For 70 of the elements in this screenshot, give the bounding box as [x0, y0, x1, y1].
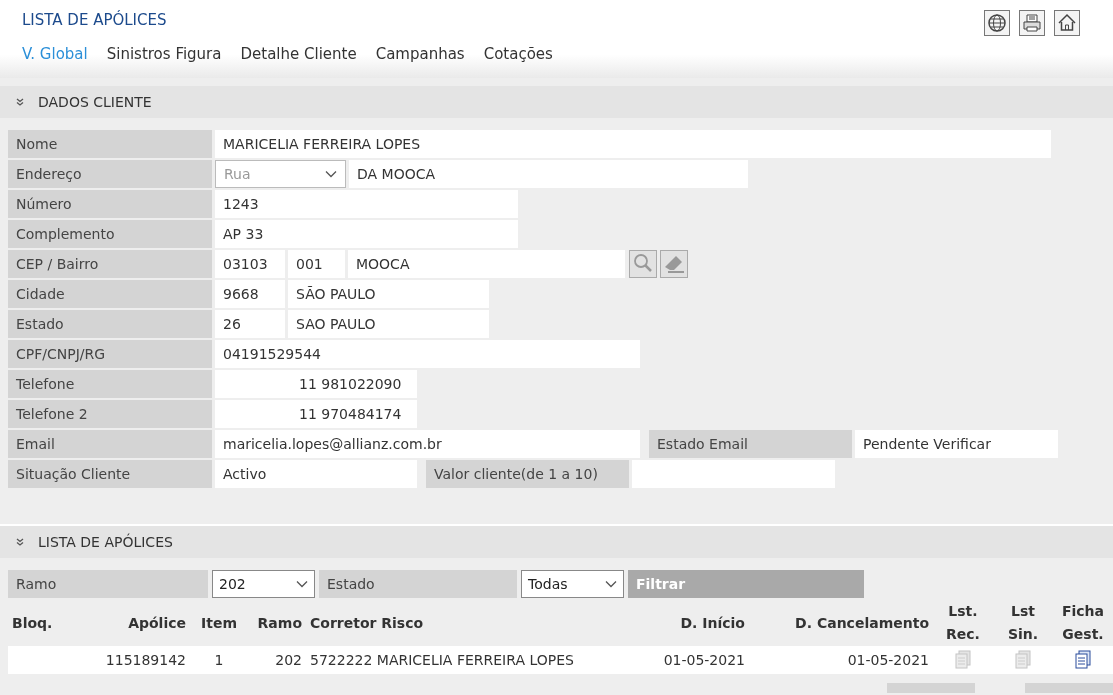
dropdown[interactable]: 202: [212, 570, 315, 598]
input-field[interactable]: DA MOOCA: [349, 160, 748, 188]
input-field[interactable]: 1243: [215, 190, 518, 218]
field-label: Valor cliente(de 1 a 10): [426, 460, 629, 488]
field-label: Complemento: [8, 220, 212, 248]
table-cell: 5722222 MARICELIA FERREIRA LOPES: [310, 652, 574, 668]
caret-icon: [296, 580, 308, 588]
nav-tab[interactable]: V. Global: [22, 45, 88, 63]
printer-icon[interactable]: [1019, 10, 1045, 36]
globe-icon[interactable]: [984, 10, 1010, 36]
field-label: Telefone 2: [8, 400, 212, 428]
input-field[interactable]: SAO PAULO: [288, 310, 489, 338]
input-field[interactable]: Activo: [215, 460, 417, 488]
input-field[interactable]: 03103: [215, 250, 285, 278]
field-label: CEP / Bairro: [8, 250, 212, 278]
field-label: CPF/CNPJ/RG: [8, 340, 212, 368]
field-label: Situação Cliente: [8, 460, 212, 488]
input-field[interactable]: MARICELIA FERREIRA LOPES: [215, 130, 1051, 158]
nav-tab[interactable]: Detalhe Cliente: [240, 45, 357, 63]
dropdown[interactable]: Todas: [521, 570, 624, 598]
input-field[interactable]: 9668: [215, 280, 285, 308]
input-field[interactable]: 04191529544: [215, 340, 640, 368]
nav-tab[interactable]: Campanhas: [375, 45, 465, 63]
input-field[interactable]: 001: [288, 250, 345, 278]
table-cell: 202: [275, 652, 302, 668]
column-header: D. Cancelamento: [794, 613, 930, 633]
search-icon[interactable]: [629, 250, 657, 278]
table-cell: 1: [214, 652, 224, 668]
column-header: Corretor Risco: [309, 613, 425, 633]
section-title: LISTA DE APÓLICES: [38, 534, 173, 550]
table-cell: 115189142: [105, 652, 186, 668]
section-title: DADOS CLIENTE: [38, 94, 152, 110]
collapse-icon[interactable]: [16, 538, 24, 546]
column-header: Ramo: [256, 613, 303, 633]
input-field[interactable]: SÃO PAULO: [288, 280, 489, 308]
input-field[interactable]: 11 981022090: [215, 370, 417, 398]
column-header: D. Início: [679, 613, 746, 633]
input-field[interactable]: MOOCA: [348, 250, 625, 278]
page-title: LISTA DE APÓLICES: [22, 9, 167, 29]
filter-label: Estado: [319, 570, 517, 598]
table-cell: 01-05-2021: [847, 652, 929, 668]
field-label: Cidade: [8, 280, 212, 308]
field-label: Telefone: [8, 370, 212, 398]
caret-icon: [325, 170, 337, 178]
collapse-icon[interactable]: [16, 98, 24, 106]
nav-tab[interactable]: Sinistros Figura: [106, 45, 222, 63]
column-header: Ficha Gest.: [1060, 602, 1106, 644]
table-cell: 01-05-2021: [663, 652, 745, 668]
input-field[interactable]: AP 33: [215, 220, 518, 248]
filter-label: Ramo: [8, 570, 208, 598]
column-header: Apólice: [127, 613, 187, 633]
input-field[interactable]: 26: [215, 310, 285, 338]
field-label: Nome: [8, 130, 212, 158]
input-field[interactable]: 11 970484174: [215, 400, 417, 428]
input-field[interactable]: maricelia.lopes@allianz.com.br: [215, 430, 640, 458]
column-header: Item: [200, 613, 238, 633]
field-label: Número: [8, 190, 212, 218]
caret-icon: [605, 580, 617, 588]
field-label: Email: [8, 430, 212, 458]
field-label: Estado: [8, 310, 212, 338]
eraser-icon[interactable]: [660, 250, 688, 278]
input-field[interactable]: Pendente Verificar: [855, 430, 1058, 458]
column-header: Bloq.: [11, 613, 54, 633]
field-label: Endereço: [8, 160, 212, 188]
field-label: Estado Email: [649, 430, 852, 458]
nav-tab[interactable]: Cotações: [483, 45, 553, 63]
document-icon[interactable]: [1073, 648, 1093, 669]
column-header: Lst Sin.: [1006, 602, 1040, 644]
home-icon[interactable]: [1054, 10, 1080, 36]
column-header: Lst. Rec.: [945, 602, 981, 644]
